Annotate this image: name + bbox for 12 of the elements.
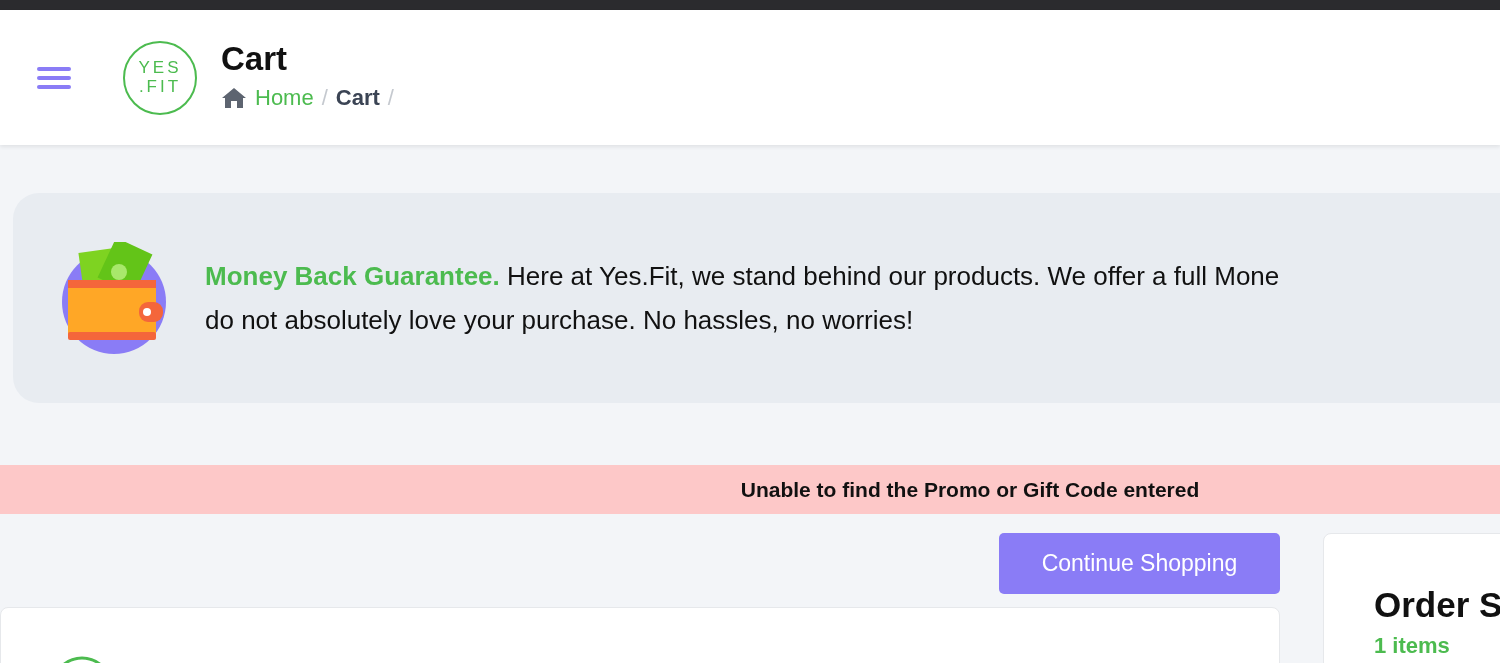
breadcrumb-separator: / (387, 84, 394, 113)
wallet-icon (61, 242, 167, 354)
breadcrumb-link[interactable]: Home (255, 81, 314, 115)
guarantee-text: Money Back Guarantee. Here at Yes.Fit, we stand behind our products. We offer a full Mone do not absolutely love your purchase. No hassles, no worries! (205, 260, 1280, 337)
continue-shopping-button[interactable]: Continue Shopping (999, 533, 1280, 594)
page-title: Cart (221, 40, 289, 78)
breadcrumb-separator: / (321, 84, 328, 113)
home-icon (221, 86, 247, 109)
breadcrumb-current: Cart (335, 84, 380, 113)
error-message: Unable to find the Promo or Gift Code entered (740, 476, 1200, 503)
logo[interactable]: YES .FIT (123, 40, 197, 115)
item-count: 1 items (1374, 631, 1451, 660)
